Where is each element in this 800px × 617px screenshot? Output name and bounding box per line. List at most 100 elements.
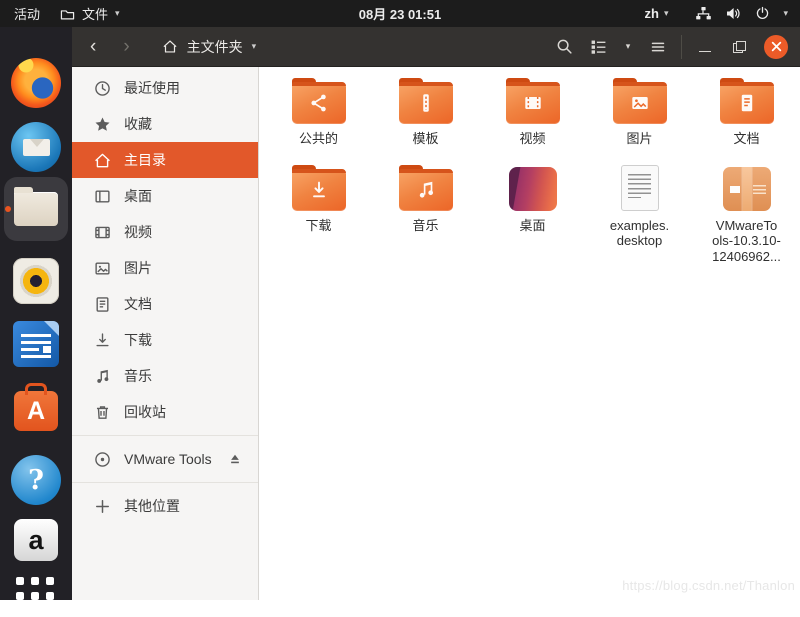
sidebar-item-recent[interactable]: 最近使用: [72, 70, 258, 106]
documents-icon: [94, 296, 111, 313]
app-menu-label: 文件: [82, 4, 108, 23]
file-view[interactable]: 公共的 模板: [259, 67, 800, 600]
chevron-down-icon[interactable]: ▾: [783, 9, 788, 18]
files-window: ‹ › 主文件夹 ▾: [72, 27, 800, 600]
file-label: 下载: [305, 218, 331, 234]
sidebar-divider: [72, 482, 258, 483]
file-item-documents[interactable]: 文档: [693, 69, 800, 156]
sidebar-item-home[interactable]: 主目录: [72, 142, 258, 178]
package-icon: [723, 167, 771, 211]
input-method-indicator[interactable]: zh ▾: [644, 6, 668, 21]
app-menu-button[interactable]: 文件 ▾: [60, 4, 120, 23]
videos-icon: [94, 224, 111, 241]
desktop-wallpaper-icon: [509, 167, 557, 211]
sidebar-item-label: 桌面: [124, 186, 152, 206]
sidebar-item-videos[interactable]: 视频: [72, 214, 258, 250]
dock: A ? a: [0, 27, 72, 600]
folder-documents-icon: [720, 82, 774, 124]
file-label: 图片: [626, 131, 652, 147]
folder-music-icon: [399, 169, 453, 211]
help-icon: ?: [11, 455, 61, 505]
sidebar-item-documents[interactable]: 文档: [72, 286, 258, 322]
headerbar-separator: [681, 35, 682, 59]
folder-icon: [60, 7, 75, 21]
close-button[interactable]: [764, 35, 788, 59]
sidebar-item-label: 主目录: [124, 150, 166, 170]
file-item-public[interactable]: 公共的: [265, 69, 372, 156]
amazon-icon: a: [14, 519, 58, 561]
file-label: 文档: [733, 131, 759, 147]
dock-item-app-grid[interactable]: [0, 573, 72, 617]
file-label: 模板: [412, 131, 438, 147]
sidebar-divider: [72, 435, 258, 436]
file-label: VMwareTo ols-10.3.10- 12406962...: [712, 218, 781, 265]
folder-templates-icon: [399, 82, 453, 124]
dock-item-thunderbird[interactable]: [0, 122, 72, 172]
sidebar-item-label: 下载: [124, 330, 152, 350]
power-icon[interactable]: [755, 6, 770, 21]
downloads-icon: [94, 332, 111, 349]
trash-icon: [94, 404, 111, 421]
sidebar-item-label: VMware Tools: [124, 451, 212, 467]
sidebar-item-label: 图片: [124, 258, 152, 278]
home-icon: [162, 39, 178, 54]
sidebar-item-downloads[interactable]: 下载: [72, 322, 258, 358]
volume-icon[interactable]: [725, 6, 742, 21]
sidebar-item-label: 音乐: [124, 366, 152, 386]
search-button[interactable]: [547, 27, 581, 66]
file-item-templates[interactable]: 模板: [372, 69, 479, 156]
dock-item-rhythmbox[interactable]: [0, 258, 72, 304]
dock-item-files[interactable]: [0, 177, 72, 241]
sidebar: 最近使用 收藏 主目录 桌面: [72, 67, 259, 600]
sidebar-item-desktop[interactable]: 桌面: [72, 178, 258, 214]
sidebar-item-label: 回收站: [124, 402, 166, 422]
file-item-desktop[interactable]: 桌面: [479, 156, 586, 274]
back-button[interactable]: ‹: [90, 37, 96, 56]
dock-item-libreoffice-writer[interactable]: [0, 321, 72, 367]
file-item-videos[interactable]: 视频: [479, 69, 586, 156]
dock-item-ubuntu-software[interactable]: A: [0, 383, 72, 431]
eject-button[interactable]: [228, 452, 242, 466]
folder-share-icon: [292, 82, 346, 124]
file-label: 音乐: [412, 218, 438, 234]
file-label: 公共的: [299, 131, 338, 147]
file-item-pictures[interactable]: 图片: [586, 69, 693, 156]
pathbar-button[interactable]: 主文件夹 ▾: [162, 37, 257, 57]
network-icon[interactable]: [695, 6, 712, 21]
sidebar-item-trash[interactable]: 回收站: [72, 394, 258, 430]
view-list-button[interactable]: [581, 27, 615, 66]
sidebar-item-music[interactable]: 音乐: [72, 358, 258, 394]
star-icon: [94, 116, 111, 133]
watermark: https://blog.csdn.net/Thanlon: [622, 578, 795, 593]
libreoffice-writer-icon: [13, 321, 59, 367]
firefox-icon: [11, 58, 61, 108]
sidebar-item-label: 其他位置: [124, 496, 180, 516]
file-item-music[interactable]: 音乐: [372, 156, 479, 274]
pictures-icon: [94, 260, 111, 277]
sidebar-item-vmware-tools[interactable]: VMware Tools: [72, 441, 258, 477]
forward-button[interactable]: ›: [123, 37, 129, 56]
desktop-icon: [94, 188, 111, 205]
minimize-button[interactable]: [688, 27, 722, 66]
home-icon: [94, 152, 111, 169]
restore-button[interactable]: [722, 27, 756, 66]
path-label: 主文件夹: [187, 37, 243, 57]
rhythmbox-icon: [13, 258, 59, 304]
file-item-downloads[interactable]: 下载: [265, 156, 372, 274]
dock-item-firefox[interactable]: [0, 58, 72, 108]
file-item-vmware-tools-archive[interactable]: VMwareTo ols-10.3.10- 12406962...: [693, 156, 800, 274]
recent-icon: [94, 80, 111, 97]
view-options-button[interactable]: ▾: [615, 27, 641, 66]
text-file-icon: [621, 165, 659, 211]
running-indicator-dot: [5, 206, 11, 212]
file-item-examples-desktop[interactable]: examples. desktop: [586, 156, 693, 274]
dock-item-amazon[interactable]: a: [0, 519, 72, 561]
sidebar-item-starred[interactable]: 收藏: [72, 106, 258, 142]
dock-item-help[interactable]: ?: [0, 455, 72, 505]
sidebar-item-pictures[interactable]: 图片: [72, 250, 258, 286]
plus-icon: [94, 498, 111, 515]
menu-button[interactable]: [641, 27, 675, 66]
headerbar[interactable]: ‹ › 主文件夹 ▾: [72, 27, 800, 67]
activities-button[interactable]: 活动: [14, 4, 40, 23]
sidebar-item-other-locations[interactable]: 其他位置: [72, 488, 258, 524]
